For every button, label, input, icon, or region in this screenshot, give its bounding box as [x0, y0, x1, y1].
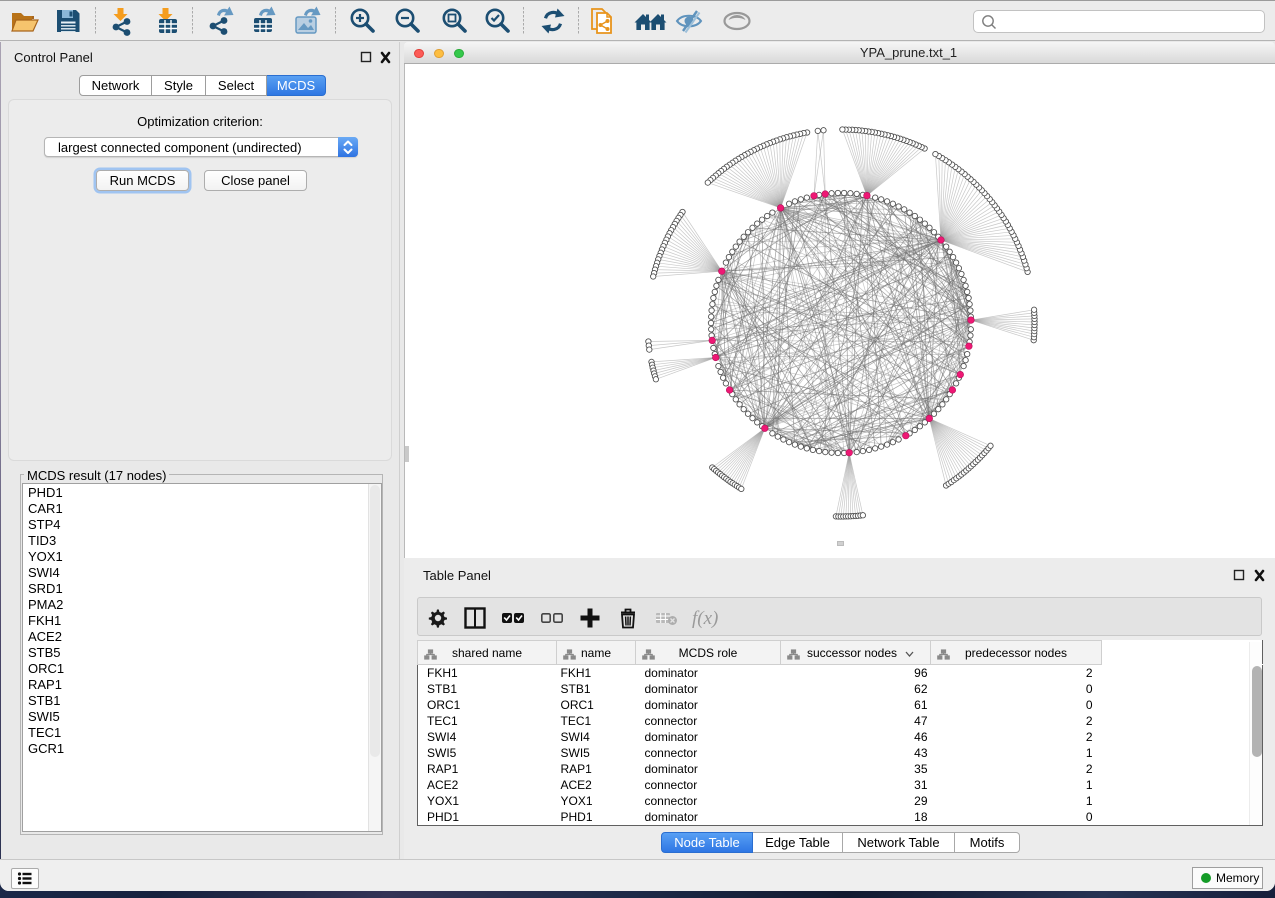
- svg-text:f(x): f(x): [692, 608, 718, 629]
